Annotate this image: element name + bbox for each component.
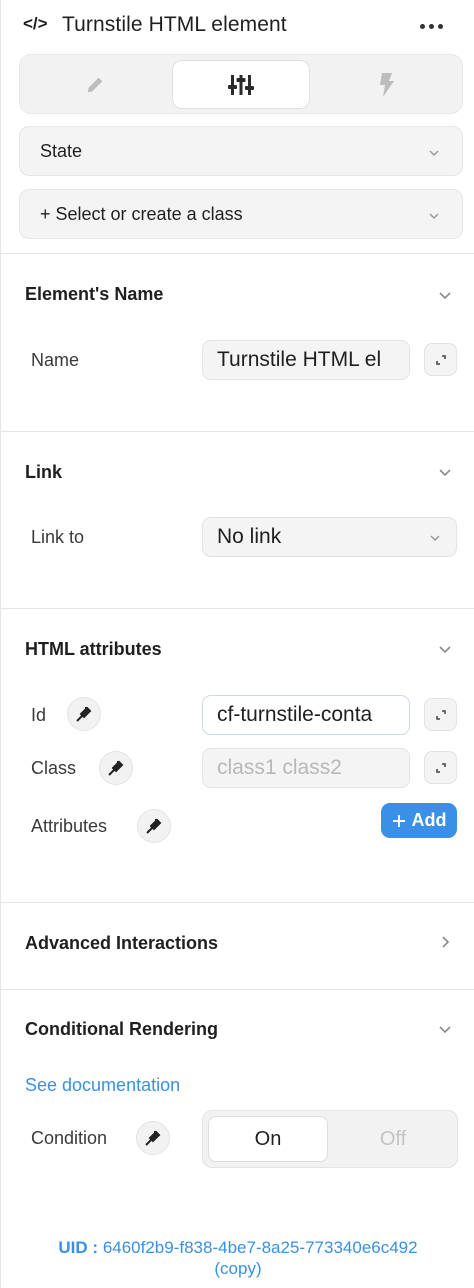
add-attribute-button[interactable]: Add: [381, 803, 457, 838]
bind-data-button[interactable]: [99, 751, 133, 785]
uid-prefix: UID :: [58, 1238, 99, 1257]
bind-data-button[interactable]: [136, 1121, 170, 1155]
bind-data-button[interactable]: [67, 697, 101, 731]
chevron-down-icon[interactable]: [437, 1021, 453, 1037]
condition-label: Condition: [31, 1128, 108, 1148]
link-to-label: Link to: [31, 527, 85, 547]
chevron-down-icon: [429, 150, 439, 157]
uid-copy-link[interactable]: (copy): [214, 1259, 261, 1278]
panel-tabs: [19, 54, 463, 114]
see-documentation-link[interactable]: See documentation: [25, 1075, 180, 1096]
plug-icon: [108, 760, 124, 776]
chevron-right-icon[interactable]: [437, 934, 453, 950]
section-title-advanced-interactions[interactable]: Advanced Interactions: [25, 933, 218, 954]
more-options-icon[interactable]: [415, 12, 447, 40]
section-title-link[interactable]: Link: [25, 462, 62, 483]
expand-button[interactable]: [424, 698, 457, 731]
expand-icon: [435, 762, 446, 773]
divider: [1, 902, 474, 903]
uid-text: UID : 6460f2b9-f838-4be7-8a25-773340e6c4…: [1, 1237, 474, 1279]
tab-style[interactable]: [26, 60, 164, 109]
plug-icon: [145, 1130, 161, 1146]
uid-value: 6460f2b9-f838-4be7-8a25-773340e6c492: [102, 1238, 418, 1257]
chevron-down-icon[interactable]: [437, 287, 453, 303]
expand-icon: [435, 709, 446, 720]
chevron-down-icon: [429, 213, 439, 220]
expand-button[interactable]: [424, 751, 457, 784]
class-select[interactable]: + Select or create a class: [19, 189, 463, 239]
class-label: Class: [31, 758, 77, 778]
section-title-element-name[interactable]: Element's Name: [25, 284, 163, 305]
section-title-html-attributes[interactable]: HTML attributes: [25, 639, 162, 660]
panel-header: </> Turnstile HTML element: [1, 0, 474, 54]
id-label: Id: [31, 705, 47, 725]
add-attribute-label: Add: [411, 810, 447, 830]
code-icon: </>: [23, 14, 48, 33]
chevron-down-icon[interactable]: [437, 464, 453, 480]
divider: [1, 253, 474, 254]
expand-button[interactable]: [424, 343, 457, 376]
condition-toggle: On Off: [202, 1110, 458, 1168]
plug-icon: [76, 706, 92, 722]
divider: [1, 431, 474, 432]
element-title: Turnstile HTML element: [62, 13, 287, 36]
divider: [1, 608, 474, 609]
class-select-label: + Select or create a class: [40, 204, 243, 224]
name-label: Name: [31, 350, 80, 370]
state-select-label: State: [40, 141, 83, 161]
attributes-label: Attributes: [31, 816, 108, 836]
tab-interactions[interactable]: [318, 60, 456, 109]
link-select[interactable]: No link: [202, 517, 457, 557]
sliders-icon: [228, 74, 254, 95]
section-title-conditional-rendering[interactable]: Conditional Rendering: [25, 1019, 218, 1040]
plug-icon: [146, 818, 162, 834]
class-input[interactable]: class1 class2: [202, 748, 410, 788]
divider: [1, 989, 474, 990]
chevron-down-icon[interactable]: [437, 641, 453, 657]
state-select[interactable]: State: [19, 126, 463, 176]
tab-settings[interactable]: [172, 60, 310, 109]
expand-icon: [435, 354, 446, 365]
bind-data-button[interactable]: [137, 809, 171, 843]
properties-panel: </> Turnstile HTML element State + Selec…: [0, 0, 474, 1288]
link-select-value: No link: [217, 525, 282, 548]
plus-icon: [392, 814, 405, 827]
chevron-down-icon: [430, 535, 440, 542]
lightning-icon: [380, 72, 394, 97]
name-input[interactable]: Turnstile HTML el: [202, 340, 410, 380]
id-input[interactable]: cf-turnstile-conta: [202, 695, 410, 735]
condition-off-option[interactable]: Off: [333, 1116, 453, 1162]
condition-on-option[interactable]: On: [208, 1116, 328, 1162]
pencil-icon: [87, 77, 103, 92]
